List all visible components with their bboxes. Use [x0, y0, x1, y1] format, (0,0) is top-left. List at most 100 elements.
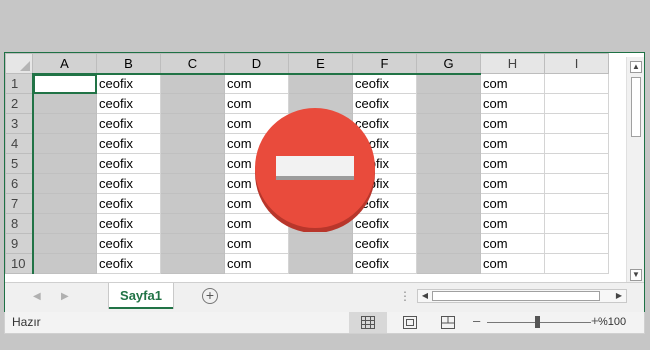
- column-header-b[interactable]: B: [96, 53, 161, 75]
- row-header[interactable]: 7: [5, 193, 34, 214]
- cell-e10[interactable]: [288, 253, 353, 274]
- cell-h6[interactable]: com: [480, 173, 545, 194]
- cell-i1[interactable]: [544, 73, 609, 94]
- cell-b5[interactable]: ceofix: [96, 153, 161, 174]
- cell-g6[interactable]: [416, 173, 481, 194]
- cell-h10[interactable]: com: [480, 253, 545, 274]
- cell-c7[interactable]: [160, 193, 225, 214]
- column-header-g[interactable]: G: [416, 53, 481, 75]
- cell-g2[interactable]: [416, 93, 481, 114]
- column-header-i[interactable]: I: [544, 53, 609, 74]
- cell-g8[interactable]: [416, 213, 481, 234]
- row-header[interactable]: 9: [5, 233, 34, 254]
- cell-i4[interactable]: [544, 133, 609, 154]
- cell-b1[interactable]: ceofix: [96, 73, 161, 94]
- cell-i3[interactable]: [544, 113, 609, 134]
- cell-c5[interactable]: [160, 153, 225, 174]
- cell-c8[interactable]: [160, 213, 225, 234]
- row-header[interactable]: 6: [5, 173, 34, 194]
- cell-d1[interactable]: com: [224, 73, 289, 94]
- cell-i9[interactable]: [544, 233, 609, 254]
- scroll-right-icon[interactable]: ▶: [613, 290, 625, 302]
- cell-h5[interactable]: com: [480, 153, 545, 174]
- cell-b8[interactable]: ceofix: [96, 213, 161, 234]
- scroll-down-icon[interactable]: ▼: [630, 269, 642, 281]
- column-header-d[interactable]: D: [224, 53, 289, 75]
- add-sheet-icon[interactable]: +: [202, 288, 218, 304]
- cell-h2[interactable]: com: [480, 93, 545, 114]
- row-header[interactable]: 3: [5, 113, 34, 134]
- zoom-level[interactable]: %100: [598, 316, 626, 328]
- cell-a5[interactable]: [32, 153, 97, 174]
- vertical-scrollbar[interactable]: ▲ ▼: [626, 57, 644, 285]
- cell-g4[interactable]: [416, 133, 481, 154]
- cell-g10[interactable]: [416, 253, 481, 274]
- cell-i8[interactable]: [544, 213, 609, 234]
- cell-b6[interactable]: ceofix: [96, 173, 161, 194]
- column-header-f[interactable]: F: [352, 53, 417, 75]
- cell-h1[interactable]: com: [480, 73, 545, 94]
- cell-a4[interactable]: [32, 133, 97, 154]
- cell-a1[interactable]: [32, 73, 97, 94]
- cell-i10[interactable]: [544, 253, 609, 274]
- cell-c2[interactable]: [160, 93, 225, 114]
- cell-d10[interactable]: com: [224, 253, 289, 274]
- cell-h4[interactable]: com: [480, 133, 545, 154]
- cell-g9[interactable]: [416, 233, 481, 254]
- cell-d9[interactable]: com: [224, 233, 289, 254]
- cell-b9[interactable]: ceofix: [96, 233, 161, 254]
- cell-i7[interactable]: [544, 193, 609, 214]
- row-header[interactable]: 2: [5, 93, 34, 114]
- horizontal-scroll-thumb[interactable]: [432, 291, 600, 301]
- cell-c3[interactable]: [160, 113, 225, 134]
- prev-sheet-icon[interactable]: ◀: [33, 291, 41, 302]
- cell-i5[interactable]: [544, 153, 609, 174]
- row-header[interactable]: 4: [5, 133, 34, 154]
- row-header[interactable]: 10: [5, 253, 34, 274]
- cell-f9[interactable]: ceofix: [352, 233, 417, 254]
- page-break-view-button[interactable]: [429, 312, 467, 333]
- cell-i6[interactable]: [544, 173, 609, 194]
- cell-a8[interactable]: [32, 213, 97, 234]
- cell-e1[interactable]: [288, 73, 353, 94]
- row-header[interactable]: 8: [5, 213, 34, 234]
- normal-view-button[interactable]: [349, 312, 387, 333]
- cell-h8[interactable]: com: [480, 213, 545, 234]
- zoom-out-button[interactable]: –: [473, 313, 480, 328]
- cell-a3[interactable]: [32, 113, 97, 134]
- cell-b4[interactable]: ceofix: [96, 133, 161, 154]
- scroll-up-icon[interactable]: ▲: [630, 61, 642, 73]
- cell-h9[interactable]: com: [480, 233, 545, 254]
- column-header-c[interactable]: C: [160, 53, 225, 75]
- cell-c1[interactable]: [160, 73, 225, 94]
- cell-g1[interactable]: [416, 73, 481, 94]
- cell-h3[interactable]: com: [480, 113, 545, 134]
- cell-g5[interactable]: [416, 153, 481, 174]
- sheet-tab-sayfa1[interactable]: Sayfa1: [109, 283, 173, 309]
- cell-e9[interactable]: [288, 233, 353, 254]
- cell-a7[interactable]: [32, 193, 97, 214]
- splitter-handle-icon[interactable]: ⋮: [399, 289, 411, 303]
- cell-i2[interactable]: [544, 93, 609, 114]
- cell-a10[interactable]: [32, 253, 97, 274]
- zoom-slider-thumb[interactable]: [535, 316, 540, 328]
- cell-g7[interactable]: [416, 193, 481, 214]
- cell-b3[interactable]: ceofix: [96, 113, 161, 134]
- row-header[interactable]: 1: [5, 73, 34, 94]
- select-all-button[interactable]: [5, 53, 33, 74]
- page-layout-view-button[interactable]: [391, 312, 429, 333]
- cell-c6[interactable]: [160, 173, 225, 194]
- cell-b10[interactable]: ceofix: [96, 253, 161, 274]
- column-header-a[interactable]: A: [32, 53, 97, 75]
- column-header-h[interactable]: H: [480, 53, 545, 74]
- cell-b2[interactable]: ceofix: [96, 93, 161, 114]
- scroll-left-icon[interactable]: ◀: [419, 290, 431, 302]
- cell-c4[interactable]: [160, 133, 225, 154]
- cell-a9[interactable]: [32, 233, 97, 254]
- next-sheet-icon[interactable]: ▶: [61, 291, 69, 302]
- cell-c9[interactable]: [160, 233, 225, 254]
- cell-c10[interactable]: [160, 253, 225, 274]
- cell-b7[interactable]: ceofix: [96, 193, 161, 214]
- cell-f10[interactable]: ceofix: [352, 253, 417, 274]
- row-header[interactable]: 5: [5, 153, 34, 174]
